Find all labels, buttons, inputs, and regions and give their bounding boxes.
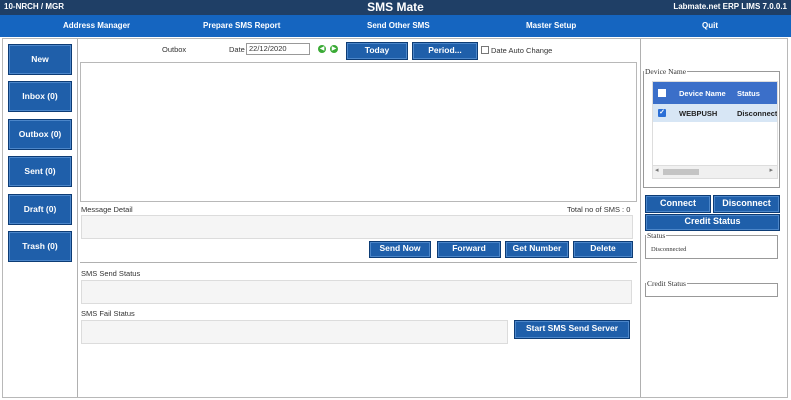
date-label: Date — [229, 45, 245, 54]
column-status: Status — [737, 89, 760, 98]
sms-send-status-label: SMS Send Status — [81, 269, 141, 278]
credit-status-button[interactable]: Credit Status — [645, 214, 780, 231]
sms-fail-status-box — [81, 320, 508, 344]
scroll-left-icon[interactable]: ◂ — [655, 166, 659, 174]
menu-send-other-sms[interactable]: Send Other SMS — [367, 15, 430, 37]
start-sms-server-button[interactable]: Start SMS Send Server — [514, 320, 630, 339]
menu-bar: Address Manager Prepare SMS Report Send … — [0, 15, 791, 37]
menu-prepare-sms-report[interactable]: Prepare SMS Report — [203, 15, 280, 37]
device-table-header: Device Name Status — [653, 82, 777, 104]
device-table: Device Name Status ✓ WEBPUSH Disconnecte… — [652, 81, 778, 179]
message-detail-label: Message Detail — [81, 205, 133, 214]
product-version: Labmate.net ERP LIMS 7.0.0.1 — [673, 2, 787, 11]
folder-sent-button[interactable]: Sent (0) — [8, 156, 72, 187]
folder-sidebar: New Inbox (0) Outbox (0) Sent (0) Draft … — [3, 39, 78, 397]
device-name-legend: Device Name — [645, 67, 687, 76]
folder-inbox-button[interactable]: Inbox (0) — [8, 81, 72, 112]
scroll-right-icon[interactable]: ▸ — [769, 166, 773, 174]
date-auto-change-label: Date Auto Change — [491, 46, 553, 55]
device-status-cell: Disconnected — [737, 109, 778, 118]
menu-master-setup[interactable]: Master Setup — [526, 15, 576, 37]
period-button[interactable]: Period... — [412, 42, 478, 60]
select-all-checkbox[interactable] — [658, 89, 666, 97]
connect-button[interactable]: Connect — [645, 195, 711, 213]
forward-button[interactable]: Forward — [437, 241, 501, 258]
credit-status-legend: Credit Status — [647, 279, 686, 288]
current-folder-label: Outbox — [162, 45, 187, 54]
scrollbar-thumb[interactable] — [663, 169, 699, 175]
previous-date-icon[interactable]: ◀ — [318, 45, 326, 53]
get-number-button[interactable]: Get Number — [505, 241, 569, 258]
delete-button[interactable]: Delete — [573, 241, 633, 258]
folder-outbox-button[interactable]: Outbox (0) — [8, 119, 72, 150]
message-list[interactable] — [80, 62, 637, 202]
device-name-cell: WEBPUSH — [679, 109, 718, 118]
folder-trash-button[interactable]: Trash (0) — [8, 231, 72, 262]
row-checkbox[interactable]: ✓ — [658, 109, 666, 117]
message-detail-box[interactable] — [81, 215, 633, 239]
new-message-button[interactable]: New — [8, 44, 72, 75]
menu-quit[interactable]: Quit — [702, 15, 718, 37]
disconnect-button[interactable]: Disconnect — [713, 195, 780, 213]
section-divider — [80, 262, 637, 263]
total-sms-count: Total no of SMS : 0 — [567, 205, 631, 214]
credit-status-group: Credit Status — [645, 279, 778, 297]
date-input[interactable]: 22/12/2020 — [246, 43, 310, 55]
send-now-button[interactable]: Send Now — [369, 241, 431, 258]
table-row[interactable]: ✓ WEBPUSH Disconnected — [653, 104, 777, 122]
today-button[interactable]: Today — [346, 42, 408, 60]
date-auto-change-checkbox[interactable] — [481, 46, 489, 54]
next-date-icon[interactable]: ▶ — [330, 45, 338, 53]
folder-draft-button[interactable]: Draft (0) — [8, 194, 72, 225]
title-bar: 10-NRCH / MGR SMS Mate Labmate.net ERP L… — [0, 0, 791, 15]
sms-fail-status-label: SMS Fail Status — [81, 309, 135, 318]
horizontal-scrollbar[interactable]: ◂ ▸ — [653, 165, 777, 178]
column-device-name: Device Name — [679, 89, 726, 98]
status-legend: Status — [647, 231, 666, 240]
sms-send-status-box — [81, 280, 632, 304]
status-group: Status — [645, 231, 778, 259]
menu-address-manager[interactable]: Address Manager — [63, 15, 130, 37]
connection-status-value: Disconnected — [651, 246, 687, 253]
